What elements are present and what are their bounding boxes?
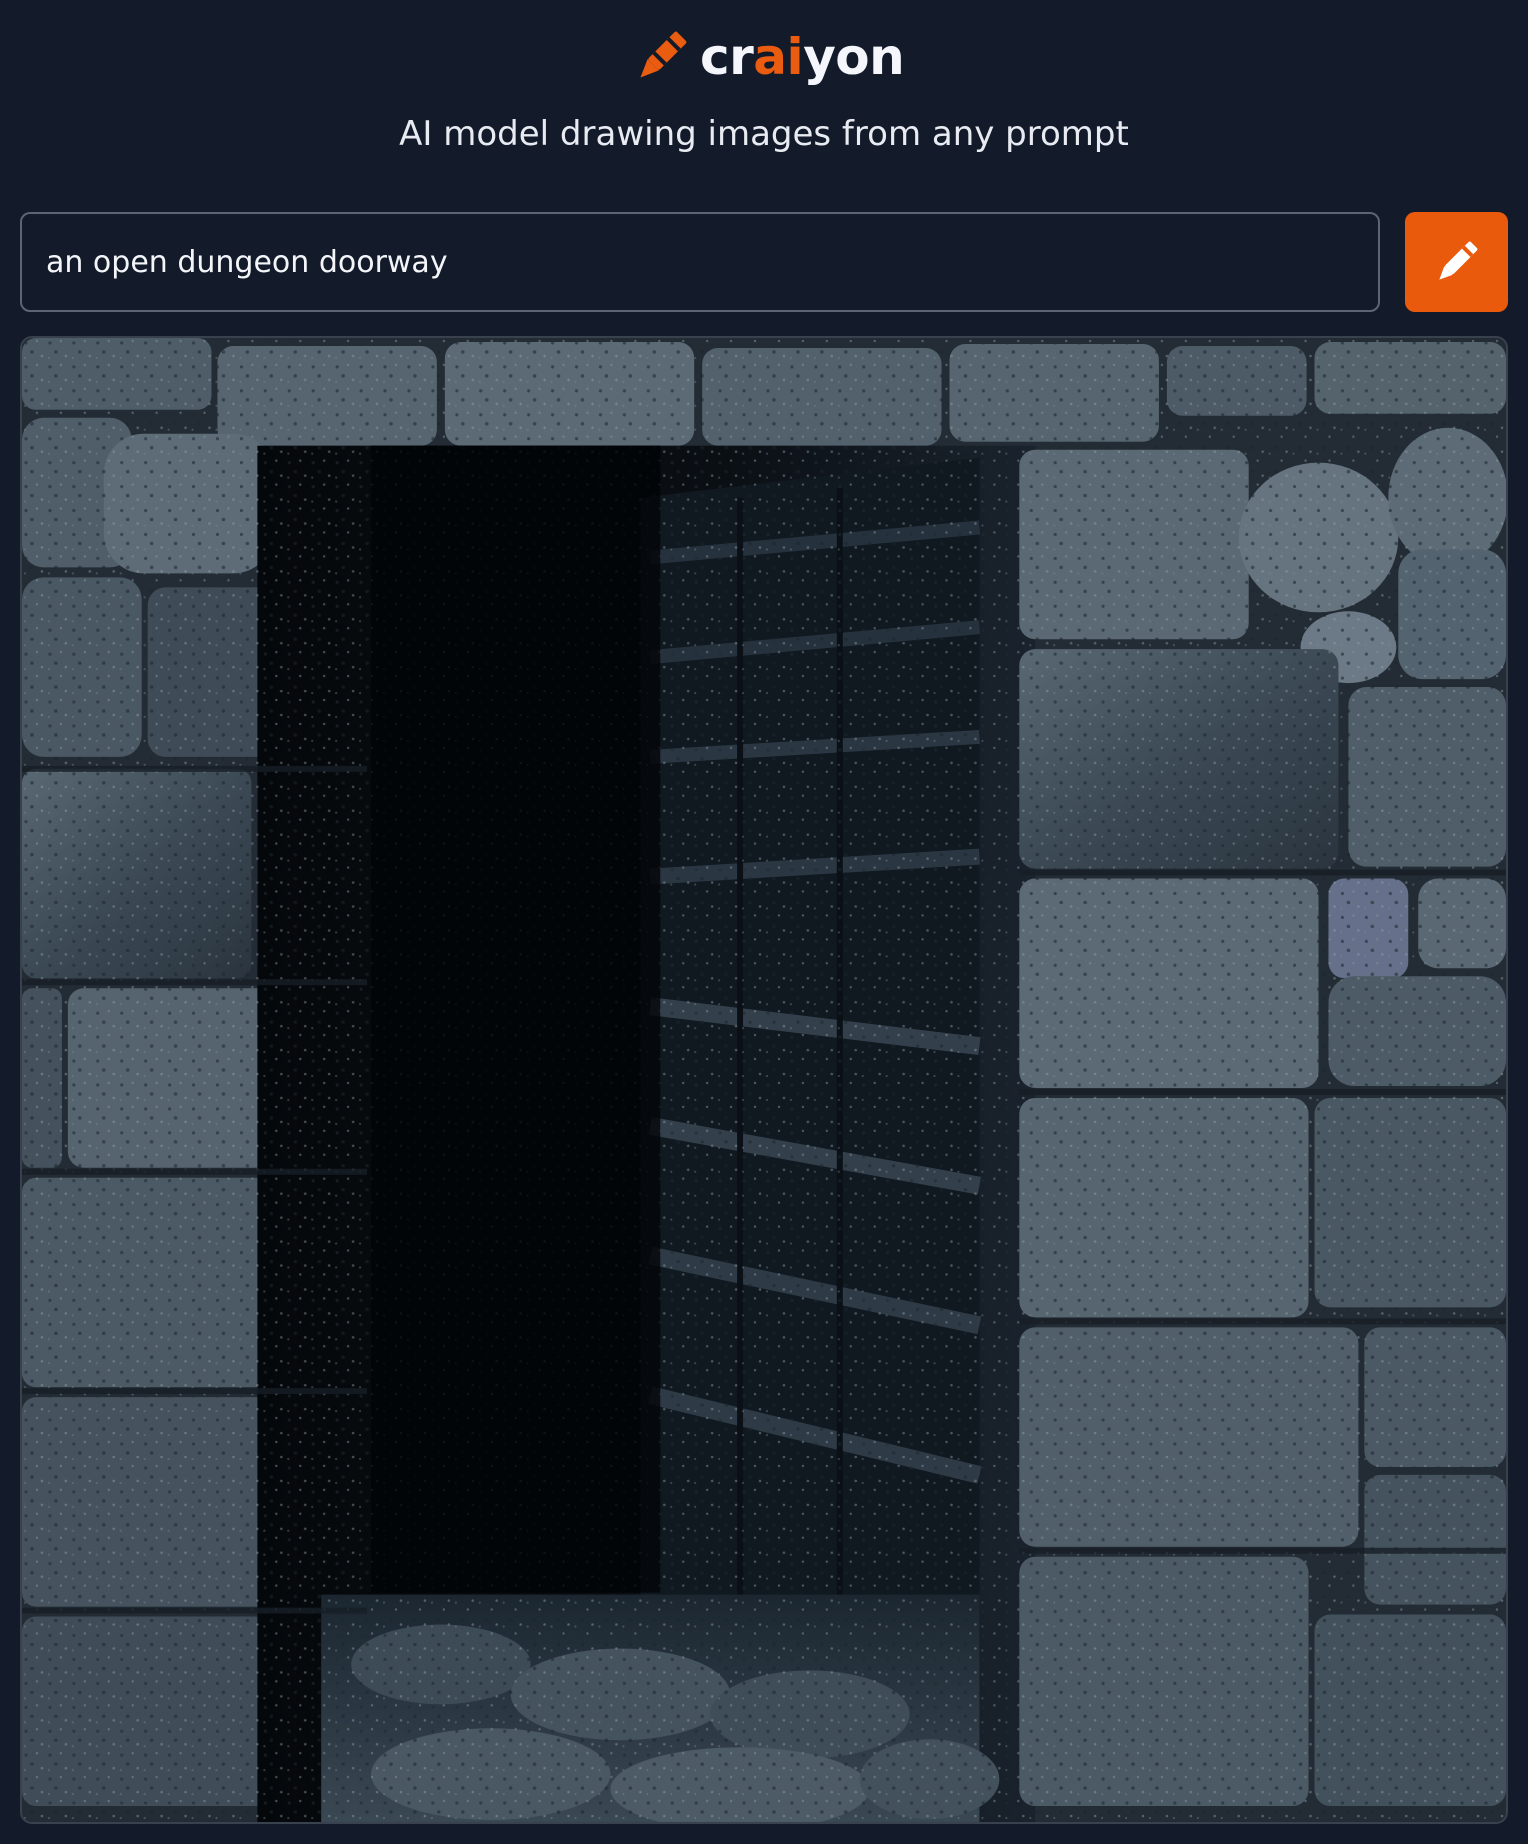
crayon-icon xyxy=(640,31,687,78)
wordmark-part-2: ai xyxy=(753,28,804,86)
generated-image[interactable] xyxy=(20,336,1508,1824)
pencil-icon xyxy=(1438,241,1477,280)
wordmark: craiyon xyxy=(700,32,905,82)
wordmark-part-1: cr xyxy=(700,28,754,86)
draw-button[interactable] xyxy=(1405,212,1508,312)
header: craiyon AI model drawing images from any… xyxy=(0,0,1528,190)
wordmark-part-3: yon xyxy=(803,28,905,86)
logo[interactable]: craiyon xyxy=(632,22,905,92)
dungeon-doorway-image xyxy=(22,338,1506,1822)
prompt-input[interactable] xyxy=(20,212,1380,312)
tagline: AI model drawing images from any prompt xyxy=(399,114,1129,154)
